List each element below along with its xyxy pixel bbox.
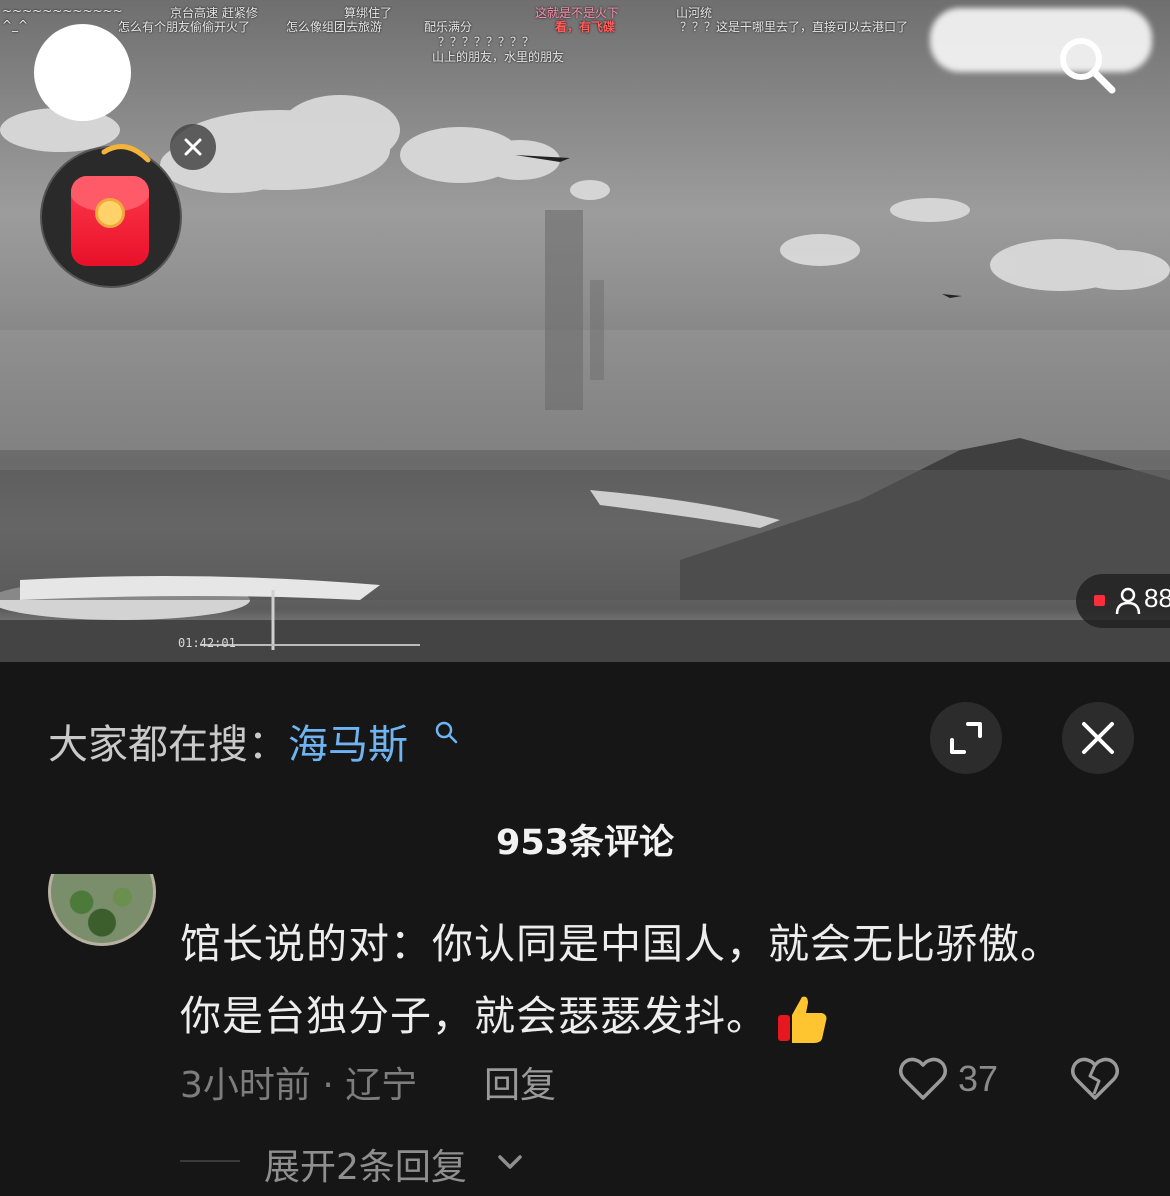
close-red-packet-button[interactable]	[170, 124, 216, 170]
viewer-count: 88	[1144, 583, 1170, 613]
comment-text[interactable]: 馆长说的对：你认同是中国人，就会无比骄傲。 你是台独分子，就会瑟瑟发抖。	[180, 908, 1140, 1052]
danmaku-item: ？？？这是干哪里去了，直接可以去港口了	[680, 20, 909, 34]
close-icon	[1082, 722, 1114, 754]
live-indicator-icon	[1094, 595, 1105, 606]
expand-panel-button[interactable]	[930, 702, 1002, 774]
comment-line: 馆长说的对：你认同是中国人，就会无比骄傲。	[180, 920, 1062, 968]
danmaku-item: 山上的朋友，水里的朋友	[432, 50, 565, 64]
video-player[interactable]: ~~~~~~~~~~~~ ^_^ 京台高速 赶紧修 怎么有个朋友偷偷开火了 算绑…	[0, 0, 1170, 662]
hot-search-keyword[interactable]: 海马斯	[288, 722, 408, 768]
comment-meta: 3小时前 · 辽宁	[180, 1065, 418, 1106]
danmaku-item: 怎么像组团去旅游	[286, 20, 383, 34]
hot-search[interactable]: 大家都在搜：海马斯	[48, 712, 408, 770]
heart-icon[interactable]	[898, 1054, 948, 1102]
person-icon	[1115, 587, 1141, 615]
chevron-down-icon	[498, 1155, 522, 1169]
like-count: 37	[958, 1058, 999, 1099]
thumbs-up-emoji	[774, 991, 830, 1047]
comment-panel: 大家都在搜：海马斯 953条评论 馆长说的对：你认同是中国人，就会无比骄傲。 你…	[0, 664, 1170, 1196]
danmaku-item: 看，有飞碟	[555, 20, 616, 34]
close-icon	[184, 138, 202, 156]
creator-avatar[interactable]	[34, 24, 131, 121]
broken-heart-icon[interactable]	[1070, 1054, 1120, 1102]
video-frame	[0, 95, 1170, 662]
close-panel-button[interactable]	[1062, 702, 1134, 774]
live-viewers-badge[interactable]: 88	[1076, 574, 1170, 628]
hot-search-label: 大家都在搜：	[48, 722, 288, 768]
video-timestamp: 01:42:01	[178, 636, 236, 650]
comment-line: 你是台独分子，就会瑟瑟发抖。	[180, 992, 768, 1040]
danmaku-item: ~~~~~~~~~~~~	[2, 4, 123, 18]
commenter-avatar[interactable]	[48, 874, 156, 948]
red-packet-icon	[71, 176, 149, 266]
reply-button[interactable]: 回复	[484, 1056, 556, 1108]
danmaku-item: ^_^	[2, 18, 29, 32]
divider	[180, 1160, 240, 1162]
keyword-search-icon	[435, 721, 458, 744]
expand-icon	[950, 722, 982, 754]
search-icon[interactable]	[1050, 28, 1124, 102]
danmaku-item: 怎么有个朋友偷偷开火了	[118, 20, 251, 34]
progress-arc	[101, 144, 151, 163]
comment-count: 953条评论	[495, 823, 675, 863]
expand-replies-button[interactable]: 展开2条回复	[264, 1138, 467, 1190]
